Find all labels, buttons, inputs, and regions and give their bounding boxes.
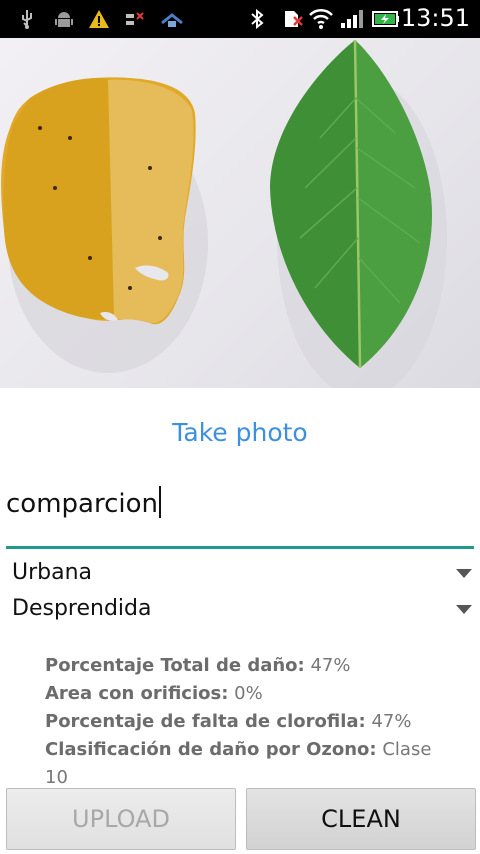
zone-spinner[interactable]: Urbana [12,560,476,594]
cell-signal-icon [341,10,363,28]
bluetooth-icon [251,9,264,29]
wifi-icon [309,8,333,29]
sim-off-icon [285,11,303,27]
data-sync-icon [161,13,183,27]
status-bar: 13:51 [0,0,480,38]
signal-off-icon [126,12,144,25]
clean-button[interactable]: CLEAN [246,788,476,850]
analysis-results: Porcentaje Total de daño: 47% Area con o… [45,652,445,792]
dropdown-arrow-icon [456,569,472,578]
battery-charging-icon [372,11,399,27]
leaf-state-spinner-value: Desprendida [12,596,152,621]
leaf-comparison-image [1,39,447,388]
name-input-value: comparcion [6,486,161,519]
upload-button[interactable]: UPLOAD [6,788,236,850]
take-photo-button[interactable]: Take photo [0,418,480,447]
result-chlorophyll-loss: Porcentaje de falta de clorofila: 47% [45,711,412,732]
usb-icon [22,10,32,29]
zone-spinner-value: Urbana [12,560,93,585]
result-ozone-class: Clasificación de daño por Ozono: Clase 1… [45,739,432,788]
name-input[interactable]: comparcion [6,478,474,549]
warning-icon [89,10,109,28]
text-cursor [159,486,161,518]
result-hole-area: Area con orificios: 0% [45,683,263,704]
leaf-state-spinner[interactable]: Desprendida [12,596,476,630]
android-debug-icon [55,12,73,27]
clock-time: 13:51 [400,4,470,32]
dropdown-arrow-icon [456,605,472,614]
leaf-photo [0,38,480,388]
result-total-damage: Porcentaje Total de daño: 47% [45,655,351,676]
